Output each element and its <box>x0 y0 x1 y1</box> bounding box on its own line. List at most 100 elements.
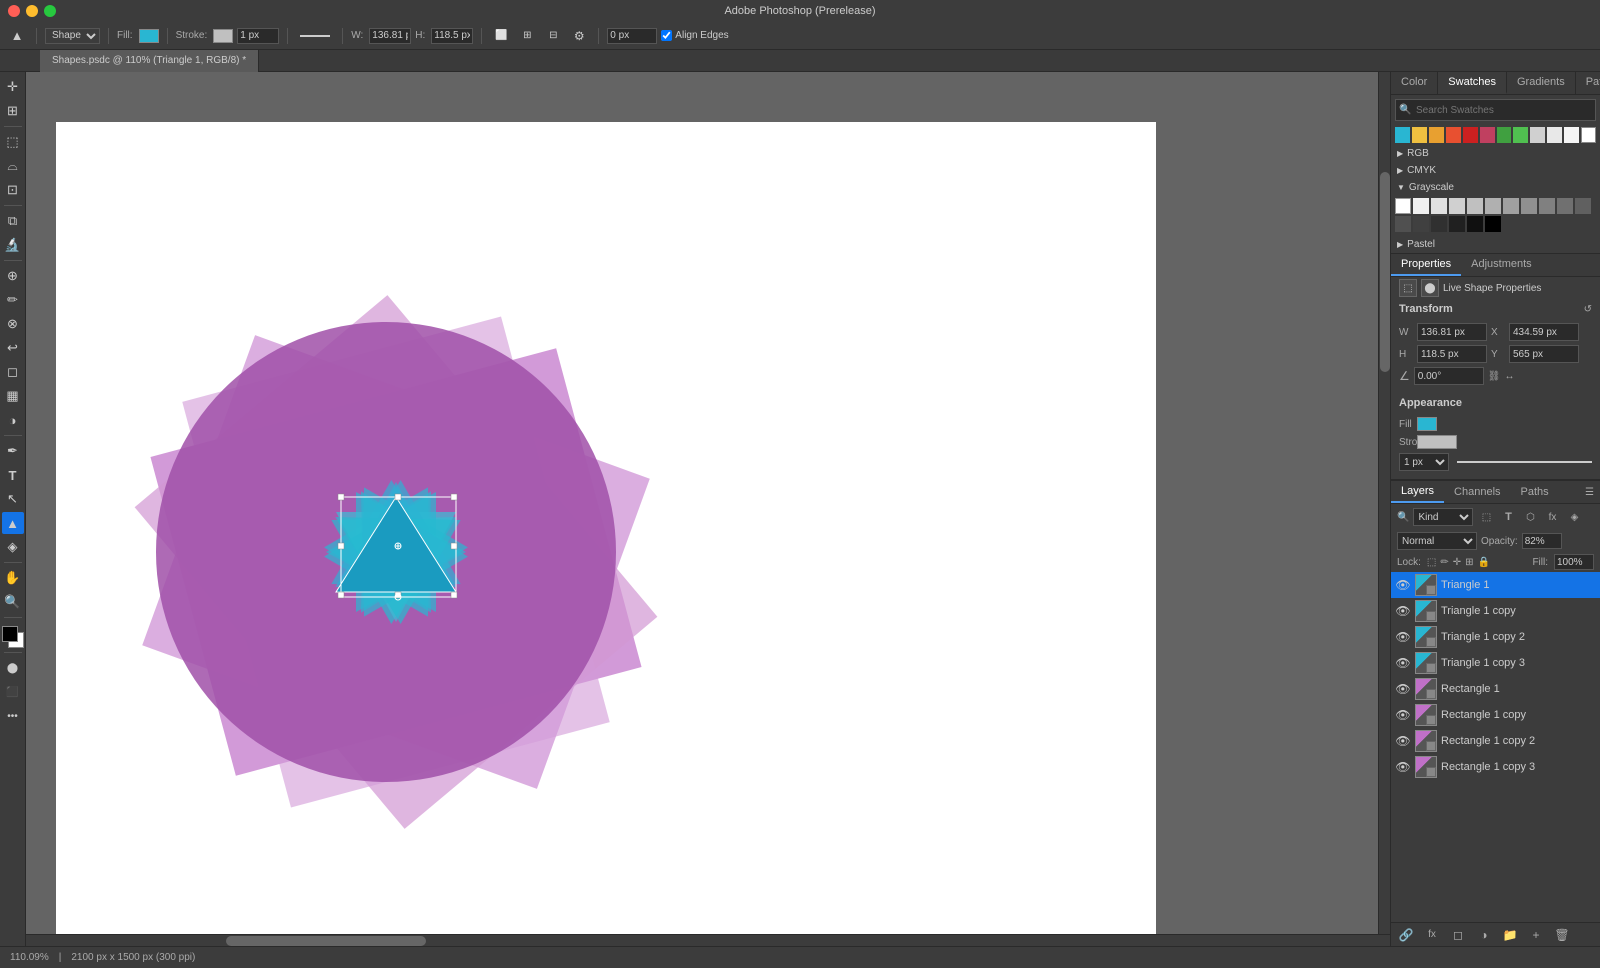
color-swatches[interactable] <box>2 626 24 648</box>
layer-vis-2[interactable]: 👁 <box>1395 629 1411 645</box>
gs-30[interactable] <box>1431 216 1447 232</box>
path-op-add[interactable]: ⊞ <box>516 25 538 47</box>
filter-fx-btn[interactable]: fx <box>1543 508 1561 526</box>
gs-60[interactable] <box>1575 198 1591 214</box>
lock-move-icon[interactable]: ✛ <box>1453 557 1461 568</box>
layer-item-2[interactable]: 👁 Triangle 1 copy 2 <box>1391 624 1600 650</box>
filter-pixel-btn[interactable]: ⬚ <box>1477 508 1495 526</box>
more-tools-btn[interactable]: ••• <box>2 705 24 727</box>
fill-input-layers[interactable] <box>1554 554 1594 570</box>
maximize-button[interactable] <box>44 5 56 17</box>
height-input[interactable] <box>431 28 473 44</box>
angle-input[interactable] <box>1414 367 1484 385</box>
vertical-scrollbar[interactable] <box>1378 72 1390 934</box>
shape-type-dropdown[interactable]: Shape <box>45 28 100 44</box>
layer-fx-btn[interactable]: fx <box>1423 926 1441 944</box>
live-shape-rect-btn[interactable]: ⬚ <box>1399 279 1417 297</box>
layer-item-5[interactable]: 👁 Rectangle 1 copy <box>1391 702 1600 728</box>
swatch-near-white[interactable] <box>1564 127 1579 143</box>
tab-channels[interactable]: Channels <box>1444 482 1510 502</box>
path-op-sub[interactable]: ⊟ <box>542 25 564 47</box>
filter-path-btn[interactable]: ⬡ <box>1521 508 1539 526</box>
tab-paths[interactable]: Paths <box>1511 482 1559 502</box>
swatch-white[interactable] <box>1581 127 1596 143</box>
swatch-pink-red[interactable] <box>1480 127 1495 143</box>
fill-color-picker[interactable] <box>1417 417 1437 431</box>
gs-40[interactable] <box>1413 216 1429 232</box>
minimize-button[interactable] <box>26 5 38 17</box>
group-grayscale[interactable]: ▼ Grayscale <box>1391 179 1600 196</box>
lock-pixel-icon[interactable]: ⬚ <box>1427 557 1436 568</box>
gradient-tool[interactable]: ▦ <box>2 385 24 407</box>
transform-reset-icon[interactable]: ↺ <box>1584 304 1592 315</box>
tab-properties[interactable]: Properties <box>1391 254 1461 276</box>
hscroll-thumb[interactable] <box>226 936 426 946</box>
layers-panel-menu[interactable]: ☰ <box>1579 487 1600 498</box>
pen-tool[interactable]: ✒ <box>2 440 24 462</box>
group-pastel[interactable]: ▶ Pastel <box>1391 236 1600 253</box>
gs-20[interactable] <box>1449 216 1465 232</box>
gs-c0[interactable] <box>1467 198 1483 214</box>
artboard-tool[interactable]: ⊞ <box>2 100 24 122</box>
tab-layers[interactable]: Layers <box>1391 481 1444 503</box>
layer-item-6[interactable]: 👁 Rectangle 1 copy 2 <box>1391 728 1600 754</box>
gs-d0[interactable] <box>1449 198 1465 214</box>
layer-vis-6[interactable]: 👁 <box>1395 733 1411 749</box>
transform-y-input[interactable] <box>1509 345 1579 363</box>
canvas-area[interactable] <box>26 72 1390 946</box>
gs-white[interactable] <box>1395 198 1411 214</box>
x-position-input[interactable] <box>607 28 657 44</box>
tab-adjustments[interactable]: Adjustments <box>1461 254 1542 276</box>
gs-a0[interactable] <box>1503 198 1519 214</box>
3d-tool[interactable]: ◈ <box>2 536 24 558</box>
layer-link-btn[interactable]: 🔗 <box>1397 926 1415 944</box>
lock-artboard-icon[interactable]: ⊞ <box>1465 557 1473 568</box>
gs-f0[interactable] <box>1413 198 1429 214</box>
move-tool[interactable]: ✛ <box>2 76 24 98</box>
eyedropper-tool[interactable]: 🔬 <box>2 234 24 256</box>
layer-vis-5[interactable]: 👁 <box>1395 707 1411 723</box>
heal-tool[interactable]: ⊕ <box>2 265 24 287</box>
swatch-green[interactable] <box>1497 127 1512 143</box>
dodge-tool[interactable]: ◑ <box>2 409 24 431</box>
layer-item-1[interactable]: 👁 Triangle 1 copy <box>1391 598 1600 624</box>
gear-icon[interactable]: ⚙ <box>568 25 590 47</box>
layer-item-0[interactable]: 👁 Triangle 1 <box>1391 572 1600 598</box>
foreground-color-swatch[interactable] <box>2 626 18 642</box>
clone-tool[interactable]: ⊗ <box>2 313 24 335</box>
swatch-cyan[interactable] <box>1395 127 1410 143</box>
close-button[interactable] <box>8 5 20 17</box>
brush-tool[interactable]: ✏ <box>2 289 24 311</box>
swatch-light-green[interactable] <box>1513 127 1528 143</box>
swatch-lighter-gray[interactable] <box>1547 127 1562 143</box>
swatch-red-orange[interactable] <box>1446 127 1461 143</box>
hand-tool[interactable]: ✋ <box>2 567 24 589</box>
path-select-tool[interactable]: ↖ <box>2 488 24 510</box>
gs-90[interactable] <box>1521 198 1537 214</box>
layer-vis-0[interactable]: 👁 <box>1395 577 1411 593</box>
layer-mask-btn[interactable]: ◻ <box>1449 926 1467 944</box>
opacity-input[interactable] <box>1522 533 1562 549</box>
gs-black[interactable] <box>1485 216 1501 232</box>
gs-50[interactable] <box>1395 216 1411 232</box>
gs-b0[interactable] <box>1485 198 1501 214</box>
filter-type-btn[interactable]: T <box>1499 508 1517 526</box>
swatch-light-gray[interactable] <box>1530 127 1545 143</box>
layer-delete-btn[interactable]: 🗑 <box>1553 926 1571 944</box>
type-tool[interactable]: T <box>2 464 24 486</box>
crop-tool[interactable]: ⧉ <box>2 210 24 232</box>
tab-color[interactable]: Color <box>1391 72 1438 94</box>
shape-tool-icon[interactable]: ▲ <box>6 25 28 47</box>
swatch-yellow[interactable] <box>1412 127 1427 143</box>
tab-swatches[interactable]: Swatches <box>1438 72 1507 94</box>
stroke-size-input[interactable] <box>237 28 279 44</box>
layer-item-3[interactable]: 👁 Triangle 1 copy 3 <box>1391 650 1600 676</box>
marquee-tool[interactable]: ⬚ <box>2 131 24 153</box>
layer-vis-1[interactable]: 👁 <box>1395 603 1411 619</box>
history-brush[interactable]: ↩ <box>2 337 24 359</box>
tab-gradients[interactable]: Gradients <box>1507 72 1576 94</box>
width-input[interactable] <box>369 28 411 44</box>
live-shape-path-btn[interactable]: ⬤ <box>1421 279 1439 297</box>
tab-patterns[interactable]: Patterns <box>1576 72 1600 94</box>
gs-70[interactable] <box>1557 198 1573 214</box>
